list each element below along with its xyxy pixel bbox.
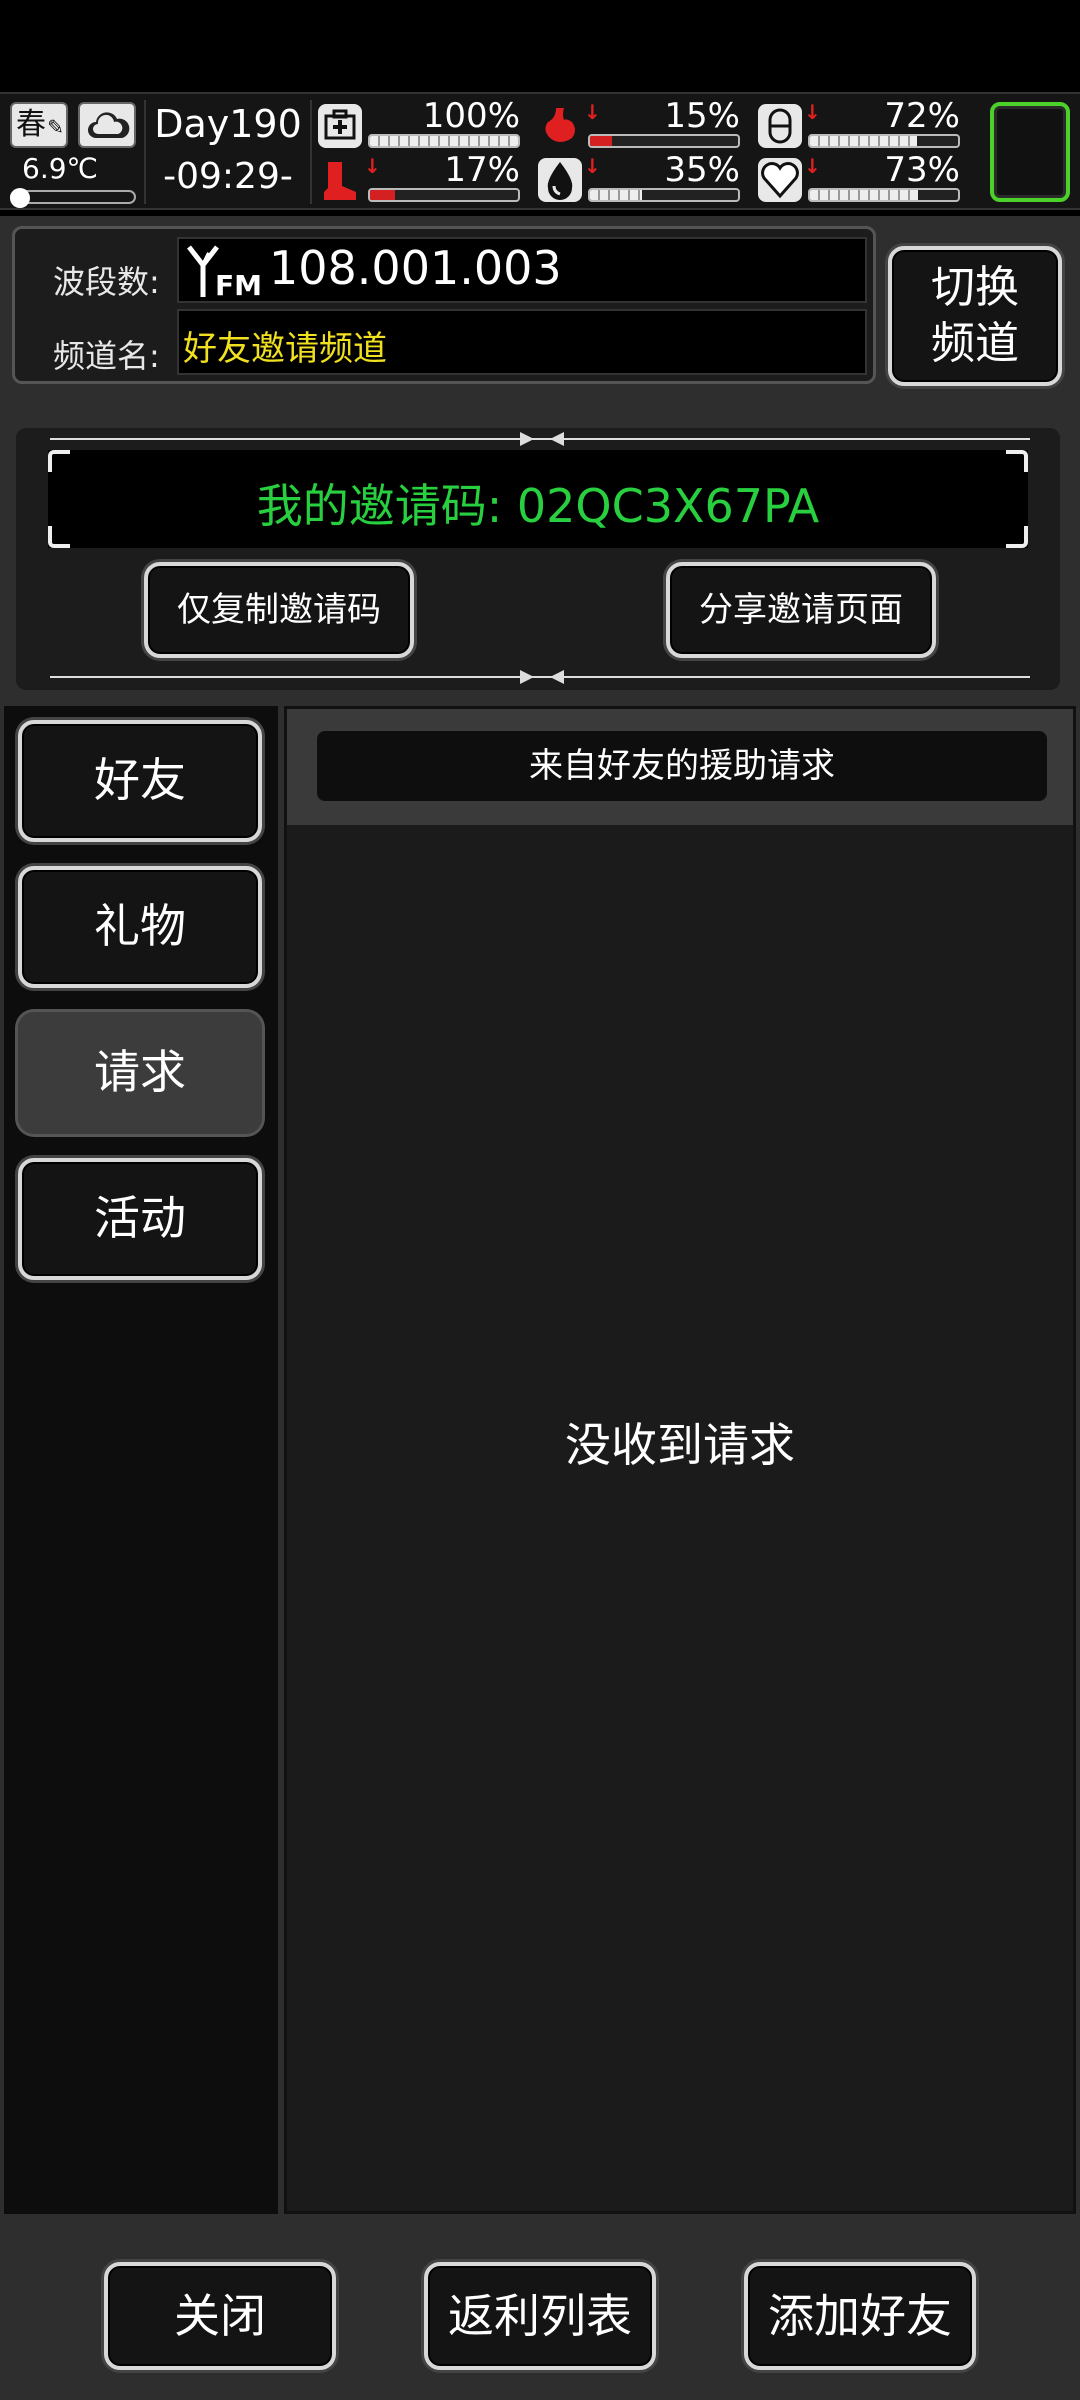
stomach-icon — [538, 104, 582, 148]
switch-channel-label-line2: 频道 — [931, 318, 1019, 369]
invite-section: 我的邀请码: 02QC3X67PA 仅复制邀请码 分享邀请页面 — [16, 428, 1060, 690]
day-counter: Day190 — [154, 102, 302, 146]
warning-arrow-icon: ↓ — [804, 100, 821, 124]
share-invite-page-button[interactable]: 分享邀请页面 — [666, 562, 936, 658]
side-tabs: 好友 礼物 请求 活动 — [4, 706, 278, 2214]
add-friend-button[interactable]: 添加好友 — [744, 2262, 976, 2370]
cloud-icon — [78, 102, 136, 148]
frequency-section: 波段数: FM 108.001.003 频道名: 好友邀请频道 — [12, 226, 876, 384]
tab-requests[interactable]: 请求 — [18, 1012, 262, 1134]
invite-code: 我的邀请码: 02QC3X67PA — [256, 479, 820, 533]
warning-arrow-icon: ↓ — [584, 100, 601, 124]
channel-name: 好友邀请频道 — [183, 329, 387, 369]
season-badge: 春 ✎ — [10, 102, 68, 148]
backpack-slot-button[interactable] — [990, 102, 1070, 202]
stat-thirst: ↓ 35% — [538, 150, 744, 206]
rebate-list-button[interactable]: 返利列表 — [424, 2262, 656, 2370]
temperature-readout: 6.9℃ — [22, 152, 98, 185]
stat-value: 17% — [444, 150, 520, 190]
divider — [50, 432, 1030, 446]
invite-code-box: 我的邀请码: 02QC3X67PA — [48, 450, 1028, 548]
stat-value: 72% — [884, 96, 960, 136]
copy-invite-code-button[interactable]: 仅复制邀请码 — [144, 562, 414, 658]
channel-display: 好友邀请频道 — [177, 309, 867, 375]
tab-friends[interactable]: 好友 — [18, 720, 262, 842]
stat-stamina: ↓ 17% — [318, 150, 524, 206]
requests-title: 来自好友的援助请求 — [317, 731, 1047, 801]
stat-health: 100% — [318, 96, 524, 152]
status-hud: 春 ✎ 6.9℃ Day190 -09:29- 100% ↓ 15% ↓ 72% — [0, 92, 1080, 210]
pill-icon — [758, 104, 802, 148]
medkit-icon — [318, 104, 362, 148]
divider — [310, 100, 312, 204]
season-label: 春 — [16, 107, 46, 142]
frequency-label: 波段数: — [53, 263, 160, 301]
stat-bar — [368, 188, 520, 202]
stat-value: 73% — [884, 150, 960, 190]
channel-label: 频道名: — [53, 337, 160, 375]
tab-gifts[interactable]: 礼物 — [18, 866, 262, 988]
requests-header: 来自好友的援助请求 — [287, 709, 1073, 825]
stat-bar — [588, 134, 740, 148]
stat-bar — [808, 188, 960, 202]
stat-value: 35% — [664, 150, 740, 190]
switch-channel-label-line1: 切换 — [931, 262, 1019, 313]
boot-icon — [318, 158, 362, 202]
stat-medicine: ↓ 72% — [758, 96, 964, 152]
stat-hunger: ↓ 15% — [538, 96, 744, 152]
clock: -09:29- — [163, 156, 293, 197]
divider — [50, 670, 1030, 684]
stat-bar — [368, 134, 520, 148]
temperature-gauge — [10, 188, 136, 208]
heart-icon — [758, 158, 802, 202]
close-button[interactable]: 关闭 — [104, 2262, 336, 2370]
warning-arrow-icon: ↓ — [584, 154, 601, 178]
radio-panel: 波段数: FM 108.001.003 频道名: 好友邀请频道 切换 频道 我的… — [0, 216, 1080, 2400]
frequency-value: 108.001.003 — [269, 241, 562, 295]
switch-channel-button[interactable]: 切换 频道 — [888, 246, 1062, 386]
stat-mood: ↓ 73% — [758, 150, 964, 206]
stat-bar — [588, 188, 740, 202]
tab-events[interactable]: 活动 — [18, 1158, 262, 1280]
empty-state-text: 没收到请求 — [565, 1418, 795, 1472]
stat-value: 100% — [422, 96, 520, 136]
water-drop-icon — [538, 158, 582, 202]
svg-text:FM: FM — [215, 269, 262, 301]
warning-arrow-icon: ↓ — [804, 154, 821, 178]
bottom-bar: 关闭 返利列表 添加好友 — [0, 2220, 1080, 2400]
requests-panel: 来自好友的援助请求 没收到请求 — [284, 706, 1076, 2214]
frequency-display: FM 108.001.003 — [177, 237, 867, 303]
divider — [144, 100, 146, 204]
warning-arrow-icon: ↓ — [364, 154, 381, 178]
stat-value: 15% — [664, 96, 740, 136]
leaf-icon: ✎ — [47, 115, 64, 139]
stat-bar — [808, 134, 960, 148]
antenna-fm-icon: FM — [187, 245, 262, 301]
